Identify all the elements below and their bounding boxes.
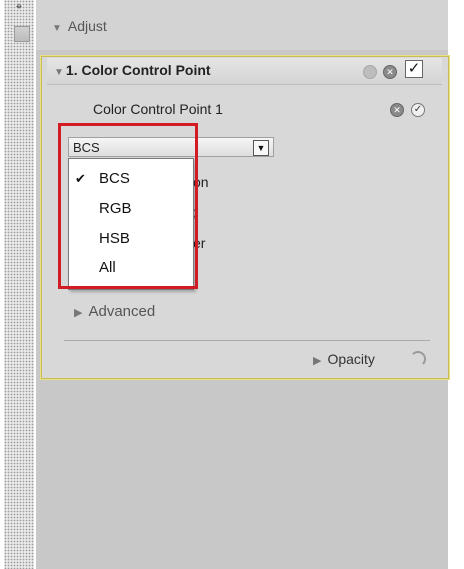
opacity-toggle[interactable]: ▶ Opacity bbox=[313, 351, 375, 367]
highlight-box bbox=[58, 123, 198, 289]
advanced-toggle[interactable]: ▶ Advanced bbox=[74, 303, 155, 320]
control-point-enable-toggle[interactable]: ✓ bbox=[411, 103, 425, 117]
close-icon[interactable]: ✕ bbox=[383, 65, 397, 79]
advanced-label: Advanced bbox=[88, 303, 156, 320]
section-title[interactable]: ▼ 1. Color Control Point bbox=[54, 62, 211, 78]
divider bbox=[64, 340, 430, 341]
disable-icon[interactable] bbox=[363, 65, 377, 79]
adjust-title-label: Adjust bbox=[67, 18, 107, 34]
panel-toggle-icon[interactable] bbox=[14, 26, 30, 42]
gutter-strip bbox=[4, 0, 34, 569]
close-icon[interactable]: ✕ bbox=[390, 103, 404, 117]
section-enable-checkbox[interactable]: ✓ bbox=[405, 60, 423, 78]
pin-icon[interactable]: ⌖ bbox=[12, 0, 26, 14]
control-point-label[interactable]: Color Control Point 1 bbox=[93, 101, 223, 117]
opacity-label: Opacity bbox=[327, 351, 375, 367]
adjust-title[interactable]: ▼ Adjust bbox=[52, 18, 107, 34]
chevron-down-icon[interactable]: ▼ bbox=[253, 140, 269, 156]
triangle-down-icon: ▼ bbox=[54, 67, 64, 78]
panel-right-margin bbox=[448, 0, 464, 569]
opacity-knob-icon[interactable] bbox=[410, 351, 426, 367]
triangle-down-icon: ▼ bbox=[52, 23, 62, 34]
section-title-label: 1. Color Control Point bbox=[65, 62, 211, 78]
triangle-right-icon: ▶ bbox=[313, 355, 322, 367]
tool-gutter: ⌖ bbox=[0, 0, 36, 569]
triangle-right-icon: ▶ bbox=[74, 307, 83, 319]
